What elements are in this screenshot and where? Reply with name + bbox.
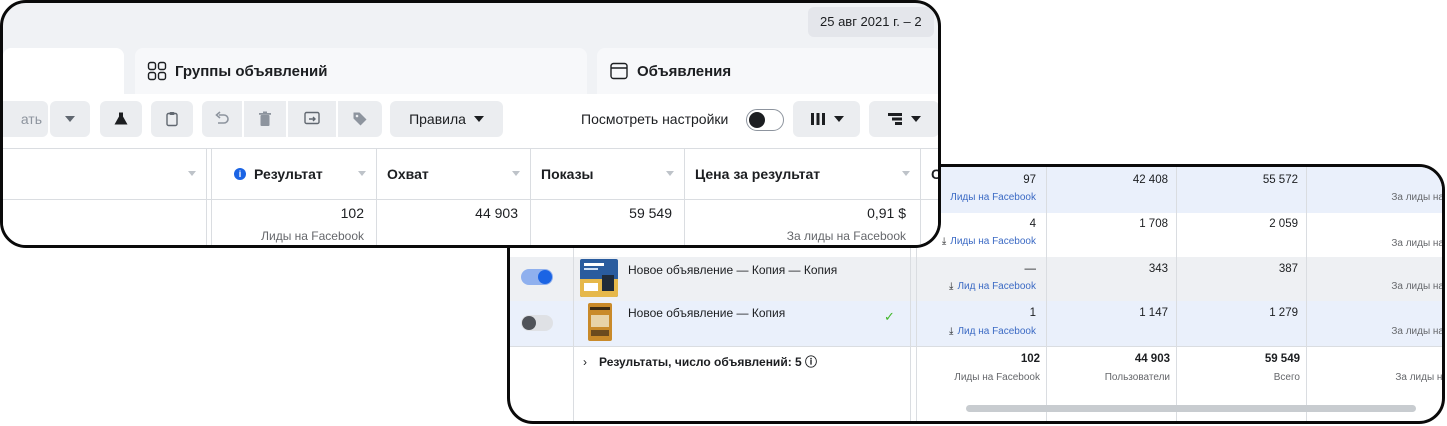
caret-down-icon	[911, 116, 921, 122]
edit-button[interactable]: ать	[3, 101, 48, 137]
column-divider	[1176, 167, 1177, 421]
columns-button[interactable]	[793, 101, 860, 137]
date-range-picker[interactable]: 25 авг 2021 г. – 2	[808, 7, 934, 37]
result-type: Лиды на Facebook	[950, 192, 1036, 203]
rules-dropdown[interactable]: Правила	[390, 101, 503, 137]
column-divider	[1046, 167, 1047, 421]
reach-value: 343	[1148, 263, 1168, 275]
download-icon: ⤓	[949, 281, 954, 292]
summary-result: 102	[1020, 353, 1040, 365]
result-type: ⤓ Лид на Facebook	[949, 281, 1036, 292]
cost-type: За лиды на	[1391, 192, 1444, 203]
cost-type: За лиды на	[1391, 281, 1444, 292]
cost-value: 0,91 $	[867, 205, 906, 221]
view-settings-switch[interactable]	[746, 109, 784, 131]
ad-groups-icon	[147, 61, 167, 81]
tab-label: Объявления	[637, 62, 732, 80]
ad-groups-panel: 25 авг 2021 г. – 2 Группы объявлений Объ…	[0, 0, 941, 248]
result-value: 4	[1029, 218, 1036, 230]
column-header-result[interactable]: i Результат	[219, 149, 376, 199]
summary-row-label[interactable]: › Результаты, число объявлений: 5 ⓘ	[583, 353, 817, 370]
tab-label: Группы объявлений	[175, 62, 328, 80]
stats-table: i Результат Охват Показы Цена за результа…	[3, 148, 938, 245]
flask-icon	[114, 112, 128, 125]
ab-test-button[interactable]	[100, 101, 142, 137]
check-icon: ✓	[884, 309, 895, 324]
tag-icon	[353, 112, 367, 126]
impressions-value: 2 059	[1269, 218, 1298, 230]
reach-value: 42 408	[1132, 174, 1168, 186]
result-value: —	[1024, 263, 1037, 275]
ads-icon	[610, 62, 628, 80]
cost-type: За лиды на Facebook	[786, 229, 906, 243]
summary-result-type: Лиды на Facebook	[954, 372, 1040, 383]
columns-icon	[810, 113, 825, 125]
impressions-value: 1 279	[1269, 307, 1298, 319]
breakdown-icon	[888, 113, 902, 125]
info-icon: i	[234, 168, 246, 180]
column-header-name[interactable]	[3, 149, 206, 199]
ad-name[interactable]: Новое объявление — Копия	[628, 306, 785, 320]
duplicate-button[interactable]	[151, 101, 193, 137]
ad-status-toggle[interactable]	[521, 315, 553, 331]
ad-status-toggle[interactable]	[521, 269, 553, 285]
download-icon: ⤓	[949, 326, 954, 337]
column-header-spend[interactable]: С	[921, 149, 938, 199]
ad-thumbnail	[580, 259, 618, 297]
result-value: 102	[340, 205, 364, 221]
column-header-reach[interactable]: Охват	[377, 149, 530, 199]
summary-impressions-type: Всего	[1273, 372, 1300, 383]
clipboard-icon	[166, 112, 178, 127]
caret-down-icon	[473, 116, 484, 122]
preview-icon	[304, 111, 320, 125]
result-value: 1	[1029, 307, 1036, 319]
result-type: Лиды на Facebook	[261, 229, 364, 243]
view-settings-label: Посмотреть настройки	[581, 111, 729, 127]
impressions-value: 387	[1278, 263, 1298, 275]
delete-button[interactable]	[244, 101, 286, 137]
impressions-value: 55 572	[1262, 174, 1298, 186]
summary-reach-type: Пользователи	[1104, 372, 1170, 383]
tab-ad-groups[interactable]: Группы объявлений	[135, 48, 587, 94]
column-header-cost[interactable]: Цена за результат	[685, 149, 920, 199]
screenshot-stage: 97 Лиды на Facebook 42 408 55 572 За лид…	[0, 0, 1447, 426]
trash-icon	[259, 111, 271, 126]
reach-value: 1 708	[1139, 218, 1168, 230]
download-icon: ⤓	[941, 236, 947, 247]
column-header-impressions[interactable]: Показы	[531, 149, 684, 199]
undo-button[interactable]	[202, 101, 242, 137]
summary-cost-type: За лиды на	[1395, 372, 1445, 383]
ad-name[interactable]: Новое объявление — Копия — Копия	[628, 263, 837, 277]
row-divider	[510, 346, 1442, 347]
result-type: ⤓ Лид на Facebook	[949, 326, 1036, 337]
cost-type: За лиды на	[1391, 326, 1444, 337]
column-divider	[1306, 167, 1307, 421]
summary-reach: 44 903	[1134, 353, 1170, 365]
undo-icon	[215, 111, 229, 124]
result-value: 97	[1023, 174, 1036, 186]
preview-button[interactable]	[288, 101, 336, 137]
horizontal-scrollbar[interactable]	[966, 405, 1416, 412]
breakdown-button[interactable]	[869, 101, 938, 137]
reach-value: 1 147	[1139, 307, 1168, 319]
info-icon: ⓘ	[805, 355, 818, 369]
tab-campaigns[interactable]	[3, 48, 124, 94]
chevron-right-icon: ›	[583, 355, 587, 369]
summary-impressions: 59 549	[1264, 353, 1300, 365]
impressions-value: 59 549	[629, 205, 672, 221]
ad-thumbnail	[588, 303, 612, 341]
header-divider	[3, 199, 938, 200]
tags-button[interactable]	[338, 101, 382, 137]
toolbar: ать Правила Посмотреть настройки	[3, 94, 938, 148]
tab-ads[interactable]: Объявления	[597, 48, 938, 94]
edit-dropdown-button[interactable]	[50, 101, 90, 137]
cost-type: За лиды на	[1391, 238, 1444, 249]
reach-value: 44 903	[475, 205, 518, 221]
caret-down-icon	[833, 116, 844, 122]
